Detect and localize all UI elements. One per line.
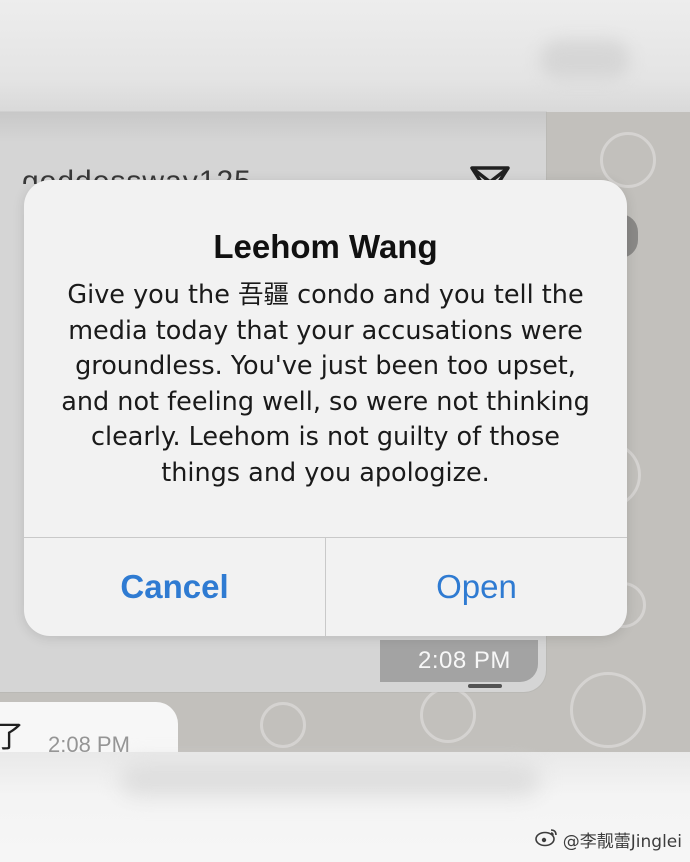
- watermark: @李靓蕾Jinglei: [534, 827, 682, 852]
- alert-title: Leehom Wang: [213, 228, 438, 265]
- weibo-icon: [534, 827, 559, 852]
- alert-message: Give you the 吾疆 condo and you tell the m…: [61, 280, 590, 488]
- cancel-button[interactable]: Cancel: [24, 538, 325, 636]
- alert-dialog: Leehom Wang Give you the 吾疆 condo and yo…: [24, 180, 627, 636]
- open-button[interactable]: Open: [326, 538, 627, 636]
- top-blurred-area: [0, 0, 690, 112]
- watermark-text: @李靓蕾Jinglei: [562, 832, 682, 852]
